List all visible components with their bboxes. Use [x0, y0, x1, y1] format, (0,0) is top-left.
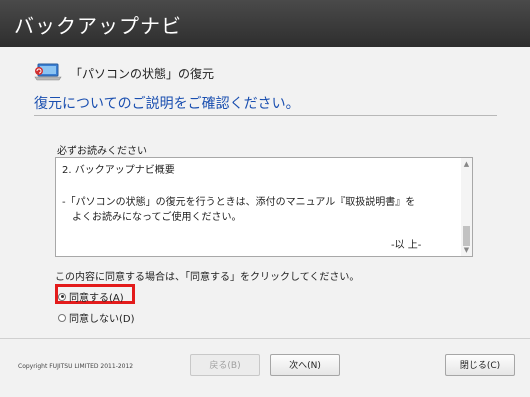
copyright: Copyright FUJITSU LIMITED 2011-2012 — [18, 363, 134, 370]
radio-unselected-icon — [58, 313, 66, 322]
agree-radio[interactable]: 同意する(A) — [58, 289, 124, 304]
scroll-thumb[interactable] — [463, 226, 470, 246]
notice-line: よくお読みになってご使用ください。 — [72, 212, 242, 223]
notice-textbox[interactable]: 2. バックアップナビ概要 -「パソコンの状態」の復元を行うときは、添付のマニュ… — [55, 157, 473, 257]
back-button[interactable]: 戻る(B) — [190, 354, 260, 376]
disagree-radio-label: 同意しない(D) — [69, 314, 135, 325]
notice-line: -「パソコンの状態」の復元を行うときは、添付のマニュアル『取扱説明書』を — [62, 197, 416, 208]
notice-label: 必ずお読みください — [57, 146, 147, 157]
laptop-restore-icon — [34, 63, 62, 81]
radio-selected-icon — [58, 292, 66, 301]
scroll-up-arrow-icon[interactable]: ▲ — [461, 159, 472, 169]
disagree-radio[interactable]: 同意しない(D) — [58, 310, 135, 325]
agreement-prompt: この内容に同意する場合は、「同意する」をクリックしてください。 — [55, 272, 360, 283]
footer-divider — [0, 338, 530, 339]
title-bar: バックアップナビ — [0, 0, 530, 47]
section-label: 「パソコンの状態」の復元 — [70, 67, 215, 81]
close-button[interactable]: 閉じる(C) — [445, 354, 515, 376]
scroll-down-arrow-icon[interactable]: ▼ — [461, 245, 472, 255]
page-heading: 復元についてのご説明をご確認ください。 — [34, 96, 300, 112]
heading-divider — [34, 115, 497, 116]
notice-scrollbar[interactable]: ▲ ▼ — [461, 158, 472, 256]
app-title: バックアップナビ — [14, 14, 182, 38]
agree-radio-label: 同意する(A) — [69, 293, 124, 304]
notice-line: 2. バックアップナビ概要 — [62, 165, 175, 176]
next-button[interactable]: 次へ(N) — [270, 354, 340, 376]
notice-line: -以 上- — [391, 240, 422, 251]
